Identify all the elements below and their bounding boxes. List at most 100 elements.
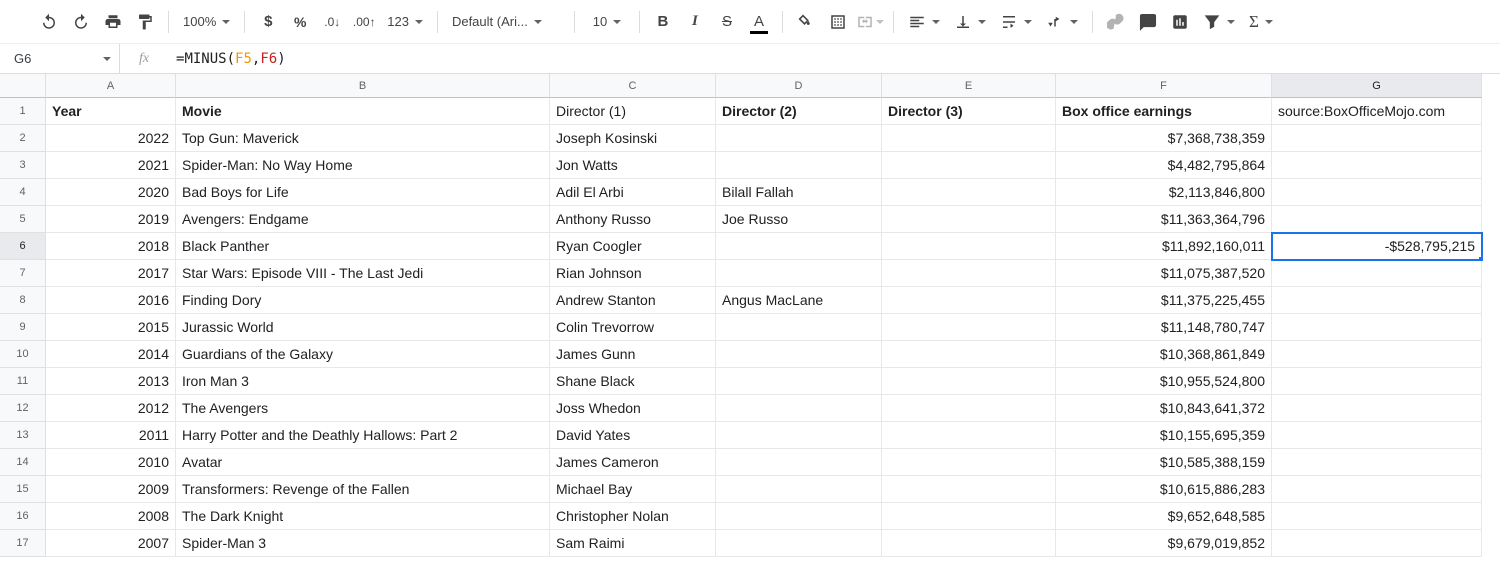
cell-D5[interactable]: Joe Russo <box>716 206 882 233</box>
cell-C12[interactable]: Joss Whedon <box>550 395 716 422</box>
cell-G6[interactable]: -$528,795,215 <box>1272 233 1482 260</box>
cell-A16[interactable]: 2008 <box>46 503 176 530</box>
cell-D14[interactable] <box>716 449 882 476</box>
cell-A1[interactable]: Year <box>46 98 176 125</box>
cell-A7[interactable]: 2017 <box>46 260 176 287</box>
cell-A4[interactable]: 2020 <box>46 179 176 206</box>
col-header-G[interactable]: G <box>1272 74 1482 98</box>
row-header-13[interactable]: 13 <box>0 422 46 449</box>
cell-A15[interactable]: 2009 <box>46 476 176 503</box>
cell-C16[interactable]: Christopher Nolan <box>550 503 716 530</box>
row-header-12[interactable]: 12 <box>0 395 46 422</box>
cell-G8[interactable] <box>1272 287 1482 314</box>
cell-F16[interactable]: $9,652,648,585 <box>1056 503 1272 530</box>
text-wrap-button[interactable] <box>994 7 1038 37</box>
merge-cells-button[interactable] <box>855 7 885 37</box>
text-color-button[interactable]: A <box>744 7 774 37</box>
cell-E3[interactable] <box>882 152 1056 179</box>
row-header-14[interactable]: 14 <box>0 449 46 476</box>
col-header-B[interactable]: B <box>176 74 550 98</box>
strikethrough-button[interactable]: S <box>712 7 742 37</box>
cell-F10[interactable]: $10,368,861,849 <box>1056 341 1272 368</box>
cell-D10[interactable] <box>716 341 882 368</box>
cell-C10[interactable]: James Gunn <box>550 341 716 368</box>
row-header-17[interactable]: 17 <box>0 530 46 557</box>
cell-G11[interactable] <box>1272 368 1482 395</box>
cell-E15[interactable] <box>882 476 1056 503</box>
cell-F12[interactable]: $10,843,641,372 <box>1056 395 1272 422</box>
cell-F7[interactable]: $11,075,387,520 <box>1056 260 1272 287</box>
cell-B5[interactable]: Avengers: Endgame <box>176 206 550 233</box>
cell-E10[interactable] <box>882 341 1056 368</box>
cell-D16[interactable] <box>716 503 882 530</box>
row-header-5[interactable]: 5 <box>0 206 46 233</box>
cell-E13[interactable] <box>882 422 1056 449</box>
cell-D9[interactable] <box>716 314 882 341</box>
cell-F6[interactable]: $11,892,160,011 <box>1056 233 1272 260</box>
cell-G4[interactable] <box>1272 179 1482 206</box>
print-button[interactable] <box>98 7 128 37</box>
cell-B2[interactable]: Top Gun: Maverick <box>176 125 550 152</box>
cell-D3[interactable] <box>716 152 882 179</box>
cell-A6[interactable]: 2018 <box>46 233 176 260</box>
row-header-9[interactable]: 9 <box>0 314 46 341</box>
cell-E2[interactable] <box>882 125 1056 152</box>
cell-E9[interactable] <box>882 314 1056 341</box>
cell-B16[interactable]: The Dark Knight <box>176 503 550 530</box>
cell-B17[interactable]: Spider-Man 3 <box>176 530 550 557</box>
cell-C13[interactable]: David Yates <box>550 422 716 449</box>
cell-B13[interactable]: Harry Potter and the Deathly Hallows: Pa… <box>176 422 550 449</box>
row-header-11[interactable]: 11 <box>0 368 46 395</box>
cell-A13[interactable]: 2011 <box>46 422 176 449</box>
cell-F9[interactable]: $11,148,780,747 <box>1056 314 1272 341</box>
source-link[interactable]: BoxOfficeMojo.com <box>1324 103 1445 119</box>
borders-button[interactable] <box>823 7 853 37</box>
cell-C4[interactable]: Adil El Arbi <box>550 179 716 206</box>
cell-F8[interactable]: $11,375,225,455 <box>1056 287 1272 314</box>
percent-button[interactable]: % <box>285 7 315 37</box>
formula-input[interactable]: =MINUS(F5, F6) <box>168 44 1500 73</box>
insert-link-button[interactable] <box>1101 7 1131 37</box>
decrease-decimal-button[interactable]: .0↓ <box>317 7 347 37</box>
cell-E1[interactable]: Director (3) <box>882 98 1056 125</box>
font-size-dropdown[interactable]: 10 <box>583 7 631 37</box>
cell-A9[interactable]: 2015 <box>46 314 176 341</box>
cell-G1[interactable]: source: BoxOfficeMojo.com <box>1272 98 1482 125</box>
cell-B8[interactable]: Finding Dory <box>176 287 550 314</box>
col-header-F[interactable]: F <box>1056 74 1272 98</box>
row-header-15[interactable]: 15 <box>0 476 46 503</box>
cell-D6[interactable] <box>716 233 882 260</box>
cell-C15[interactable]: Michael Bay <box>550 476 716 503</box>
cell-A3[interactable]: 2021 <box>46 152 176 179</box>
cell-B15[interactable]: Transformers: Revenge of the Fallen <box>176 476 550 503</box>
cell-G9[interactable] <box>1272 314 1482 341</box>
bold-button[interactable]: B <box>648 7 678 37</box>
cell-F11[interactable]: $10,955,524,800 <box>1056 368 1272 395</box>
cell-A10[interactable]: 2014 <box>46 341 176 368</box>
cell-D2[interactable] <box>716 125 882 152</box>
undo-button[interactable] <box>34 7 64 37</box>
cell-C8[interactable]: Andrew Stanton <box>550 287 716 314</box>
cell-G3[interactable] <box>1272 152 1482 179</box>
cell-E12[interactable] <box>882 395 1056 422</box>
horizontal-align-button[interactable] <box>902 7 946 37</box>
cell-E7[interactable] <box>882 260 1056 287</box>
cell-A17[interactable]: 2007 <box>46 530 176 557</box>
cell-G17[interactable] <box>1272 530 1482 557</box>
cell-B10[interactable]: Guardians of the Galaxy <box>176 341 550 368</box>
cell-E17[interactable] <box>882 530 1056 557</box>
vertical-align-button[interactable] <box>948 7 992 37</box>
col-header-D[interactable]: D <box>716 74 882 98</box>
cell-B4[interactable]: Bad Boys for Life <box>176 179 550 206</box>
cell-A5[interactable]: 2019 <box>46 206 176 233</box>
insert-comment-button[interactable] <box>1133 7 1163 37</box>
cell-C17[interactable]: Sam Raimi <box>550 530 716 557</box>
cell-D17[interactable] <box>716 530 882 557</box>
redo-button[interactable] <box>66 7 96 37</box>
cell-E4[interactable] <box>882 179 1056 206</box>
more-formats-dropdown[interactable]: 123 <box>381 7 429 37</box>
cell-G16[interactable] <box>1272 503 1482 530</box>
cell-C11[interactable]: Shane Black <box>550 368 716 395</box>
cell-B6[interactable]: Black Panther <box>176 233 550 260</box>
cell-E5[interactable] <box>882 206 1056 233</box>
